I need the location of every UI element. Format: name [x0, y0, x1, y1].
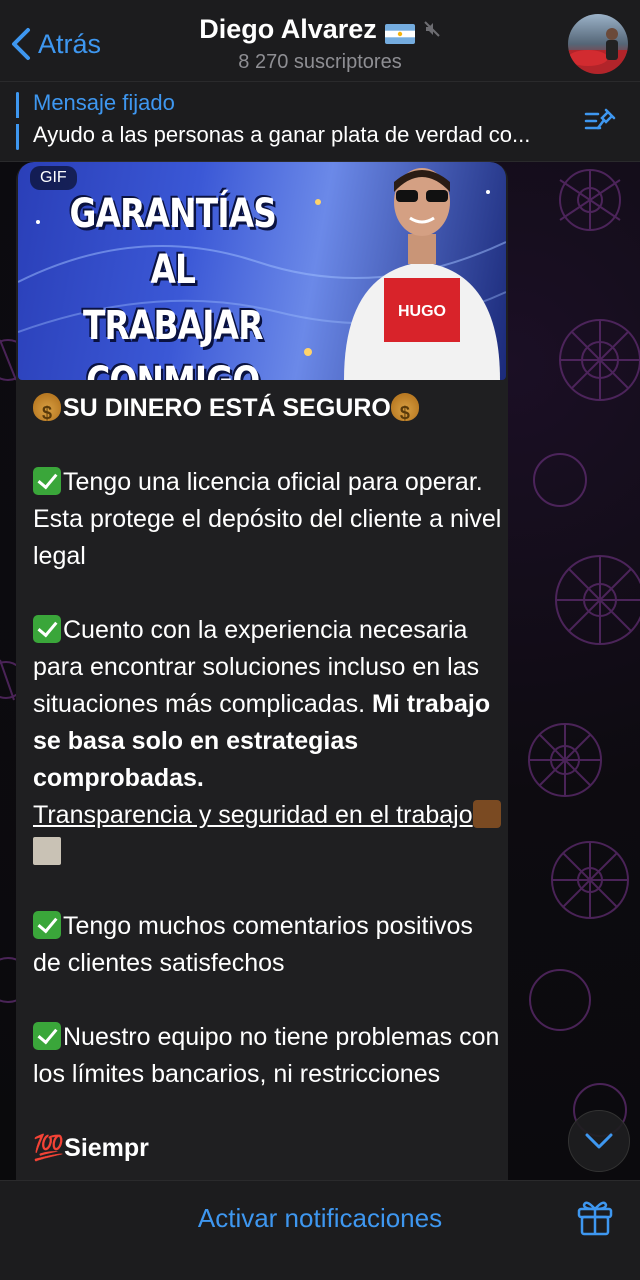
hundred-points-icon: 💯	[33, 1134, 65, 1162]
chevron-left-icon	[12, 28, 30, 60]
pinned-list-icon[interactable]	[584, 106, 618, 141]
bottom-bar: Activar notificaciones	[0, 1180, 640, 1280]
briefcase-icon	[472, 800, 501, 828]
check-mark-icon	[33, 911, 61, 939]
message-paragraph: Tengo muchos comentarios positivos de cl…	[33, 911, 473, 977]
gift-icon[interactable]	[576, 1197, 614, 1242]
message-heading: SU DINERO ESTÁ SEGURO	[33, 390, 503, 432]
banner-text: GARANTÍAS AL TRABAJAR CONMIGO	[58, 186, 288, 380]
gif-media[interactable]: GIF GARANTÍAS AL TRABAJAR CONMIGO HUGO	[18, 162, 506, 380]
underlined-text: Transparencia y seguridad en el trabajo	[33, 801, 473, 829]
chat-header: Atrás Diego Alvarez 8 270 suscriptores	[0, 0, 640, 82]
pinned-text: Ayudo a las personas a ganar plata de ve…	[33, 122, 531, 147]
money-bag-icon	[390, 393, 419, 432]
message-bubble[interactable]: GIF GARANTÍAS AL TRABAJAR CONMIGO HUGO S…	[16, 162, 508, 1180]
message-paragraph: Nuestro equipo no tiene problemas con lo…	[33, 1022, 500, 1088]
check-mark-icon	[33, 467, 61, 495]
back-button[interactable]: Atrás	[10, 24, 101, 64]
back-label: Atrás	[38, 28, 102, 59]
shirt-brand: HUGO	[398, 303, 446, 320]
check-mark-icon	[33, 615, 61, 643]
pinned-title: Mensaje fijado	[33, 90, 175, 115]
money-bag-icon	[33, 393, 61, 432]
activate-notifications-button[interactable]: Activar notificaciones	[0, 1203, 640, 1234]
pinned-message-bar[interactable]: Mensaje fijado Ayudo a las personas a ga…	[0, 82, 640, 162]
chevron-down-icon	[585, 1133, 613, 1149]
argentina-flag-icon	[384, 20, 415, 44]
check-mark-icon	[33, 1022, 61, 1050]
message-paragraph: Tengo una licencia oficial para operar. …	[33, 467, 502, 570]
channel-name: Diego Alvarez	[199, 14, 377, 44]
message-paragraph: Cuento con la experiencia necesaria para…	[33, 612, 503, 871]
banner-line-2: AL TRABAJAR	[82, 247, 264, 349]
pinned-indicator	[16, 92, 19, 150]
channel-avatar[interactable]	[568, 14, 628, 74]
muted-icon	[423, 14, 441, 45]
message-paragraph: 💯Siempr	[33, 1134, 149, 1162]
message-text: SU DINERO ESTÁ SEGURO Tengo una licencia…	[33, 390, 503, 1180]
banner-line-3: CONMIGO	[58, 354, 288, 380]
channel-title-area[interactable]: Diego Alvarez 8 270 suscriptores	[150, 14, 490, 74]
scroll-down-button[interactable]	[568, 1110, 630, 1172]
subscriber-count: 8 270 suscriptores	[238, 51, 402, 73]
bank-icon	[33, 837, 61, 865]
person-photo: HUGO	[344, 168, 500, 380]
banner-line-1: GARANTÍAS	[69, 191, 277, 237]
